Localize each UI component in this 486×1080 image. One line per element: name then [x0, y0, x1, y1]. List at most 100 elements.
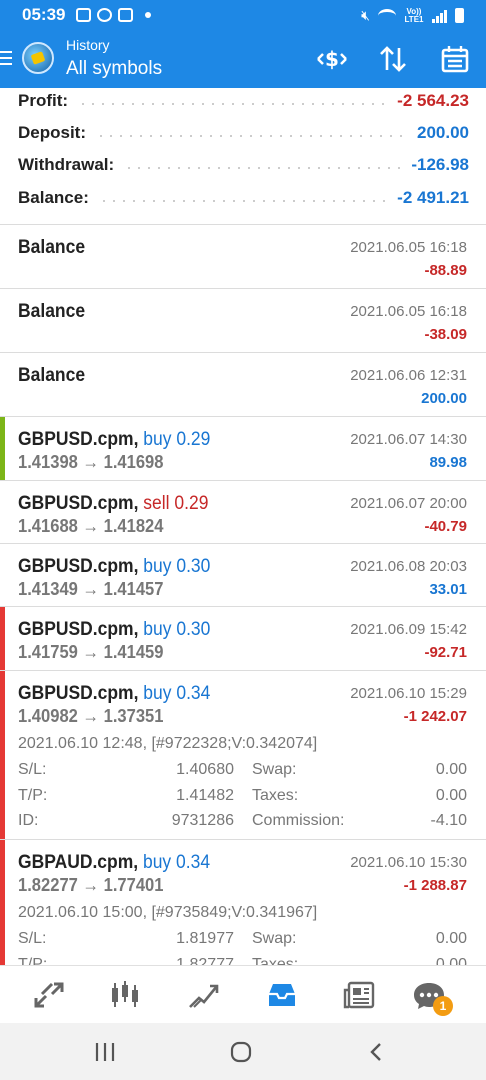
lte-indicator: Vo)) LTE1	[404, 6, 424, 24]
taxes-label: Taxes:	[252, 956, 299, 965]
leader-dots	[96, 135, 407, 137]
item-prices: 1.40982 → 1.37351	[18, 706, 164, 726]
calendar-icon[interactable]	[438, 42, 472, 76]
home-icon[interactable]	[226, 1039, 256, 1065]
account-summary: Profit: -2 564.23 Deposit: 200.00 Withdr…	[0, 88, 486, 225]
item-title: GBPUSD.cpm, buy 0.30	[18, 556, 210, 578]
item-symbol: GBPUSD.cpm,	[18, 556, 139, 577]
app-logo	[22, 42, 54, 74]
list-item[interactable]: Balance 2021.06.05 16:18 -38.09	[0, 289, 486, 353]
bottom-navigation: 1	[0, 965, 486, 1023]
profit-indicator-bar	[0, 417, 5, 480]
menu-icon[interactable]	[0, 51, 12, 67]
item-prices: 1.41759 → 1.41459	[18, 642, 164, 662]
summary-row-deposit: Deposit: 200.00	[18, 121, 469, 145]
more-notifications-icon	[145, 12, 151, 18]
swap-value: 0.00	[435, 761, 467, 778]
item-symbol: GBPAUD.cpm,	[18, 852, 139, 873]
item-date: 2021.06.07 20:00	[350, 495, 467, 512]
system-navigation	[0, 1023, 486, 1080]
item-title: GBPUSD.cpm, buy 0.34	[18, 683, 210, 705]
item-profit: 89.98	[429, 454, 467, 471]
item-date: 2021.06.05 16:18	[350, 303, 467, 320]
item-symbol: GBPUSD.cpm,	[18, 683, 139, 704]
messages-badge: 1	[433, 996, 453, 1016]
notification-icons	[76, 8, 151, 22]
item-date: 2021.06.10 15:30	[350, 854, 467, 871]
swap-value: 0.00	[435, 930, 467, 947]
item-date: 2021.06.07 14:30	[350, 431, 467, 448]
item-profit: -1 288.87	[403, 877, 467, 894]
list-item[interactable]: Balance 2021.06.06 12:31 200.00	[0, 353, 486, 417]
recent-apps-icon[interactable]	[90, 1039, 120, 1065]
list-item[interactable]: GBPUSD.cpm, buy 0.29 1.41398 → 1.41698 2…	[0, 417, 486, 481]
item-title: GBPUSD.cpm, buy 0.29	[18, 429, 210, 451]
status-bar: 05:39 🔇︎ Vo)) LTE1	[0, 0, 486, 30]
loss-indicator-bar	[0, 840, 5, 965]
item-symbol: GBPUSD.cpm,	[18, 429, 139, 450]
item-profit: -40.79	[424, 518, 467, 535]
item-date: 2021.06.05 16:18	[350, 239, 467, 256]
item-title: Balance	[18, 237, 86, 258]
summary-label: Withdrawal:	[18, 155, 115, 174]
summary-row-profit: Profit: -2 564.23	[18, 89, 469, 113]
item-title: GBPUSD.cpm, buy 0.30	[18, 619, 210, 641]
item-date: 2021.06.08 20:03	[350, 558, 467, 575]
item-date: 2021.06.10 15:29	[350, 685, 467, 702]
list-item-expanded[interactable]: GBPUSD.cpm, buy 0.34 1.40982 → 1.37351 2…	[0, 671, 486, 840]
system-status-icons: 🔇︎ Vo)) LTE1	[361, 7, 464, 24]
swap-label: Swap:	[252, 761, 297, 778]
history-icon[interactable]	[264, 978, 300, 1012]
tp-value: 1.41482	[176, 787, 234, 804]
sort-icon[interactable]	[376, 42, 410, 76]
summary-label: Balance:	[18, 188, 89, 207]
summary-row-withdrawal: Withdrawal: -126.98	[18, 153, 469, 177]
item-profit: -88.89	[424, 262, 467, 279]
item-title: Balance	[18, 365, 86, 386]
list-item[interactable]: GBPUSD.cpm, buy 0.30 1.41759 → 1.41459 2…	[0, 607, 486, 671]
item-profit: 200.00	[421, 390, 467, 407]
commission-value: -4.10	[430, 812, 467, 829]
gallery-notification-icon	[76, 8, 91, 22]
item-side: buy 0.34	[142, 852, 211, 873]
chart-icon[interactable]	[107, 978, 143, 1012]
messages-icon[interactable]: 1	[411, 978, 453, 1016]
taxes-value: 0.00	[435, 787, 467, 804]
item-side: buy 0.30	[143, 619, 211, 640]
item-side: buy 0.34	[143, 683, 211, 704]
battery-icon	[455, 8, 464, 23]
news-icon[interactable]	[342, 978, 378, 1012]
item-title: Balance	[18, 301, 86, 322]
item-side: buy 0.29	[143, 429, 211, 450]
symbol-selector[interactable]: All symbols	[66, 58, 162, 80]
item-prices: 1.41398 → 1.41698	[18, 452, 164, 472]
taxes-value: 0.00	[435, 956, 467, 965]
summary-label: Profit:	[18, 91, 69, 110]
tp-value: 1.82777	[176, 956, 234, 965]
item-prices: 1.41688 → 1.41824	[18, 516, 164, 536]
trade-icon[interactable]	[186, 978, 222, 1012]
history-list[interactable]: Balance 2021.06.05 16:18 -88.89 Balance …	[0, 225, 486, 965]
currency-filter-icon[interactable]: $	[315, 42, 349, 76]
item-title: GBPUSD.cpm, sell 0.29	[18, 493, 208, 515]
item-title: GBPAUD.cpm, buy 0.34	[18, 852, 210, 874]
id-value: 9731286	[171, 812, 234, 829]
item-profit: -1 242.07	[403, 708, 467, 725]
item-symbol: GBPUSD.cpm,	[18, 619, 139, 640]
item-profit: -38.09	[424, 326, 467, 343]
order-detail: 2021.06.10 12:48, [#9722328;V:0.342074]	[18, 735, 318, 752]
quotes-icon[interactable]	[31, 978, 67, 1012]
status-time: 05:39	[22, 5, 66, 24]
back-icon[interactable]	[362, 1039, 392, 1065]
svg-text:$: $	[325, 47, 339, 71]
item-profit: -92.71	[424, 644, 467, 661]
page-subtitle: History	[66, 37, 110, 53]
list-item-expanded[interactable]: GBPAUD.cpm, buy 0.34 1.82277 → 1.77401 2…	[0, 840, 486, 965]
wifi-icon	[378, 8, 396, 23]
list-item[interactable]: GBPUSD.cpm, sell 0.29 1.41688 → 1.41824 …	[0, 481, 486, 544]
mute-icon: 🔇︎	[361, 7, 370, 23]
summary-label: Deposit:	[18, 123, 86, 142]
item-symbol: GBPUSD.cpm,	[18, 493, 139, 514]
list-item[interactable]: GBPUSD.cpm, buy 0.30 1.41349 → 1.41457 2…	[0, 544, 486, 607]
list-item[interactable]: Balance 2021.06.05 16:18 -88.89	[0, 225, 486, 289]
